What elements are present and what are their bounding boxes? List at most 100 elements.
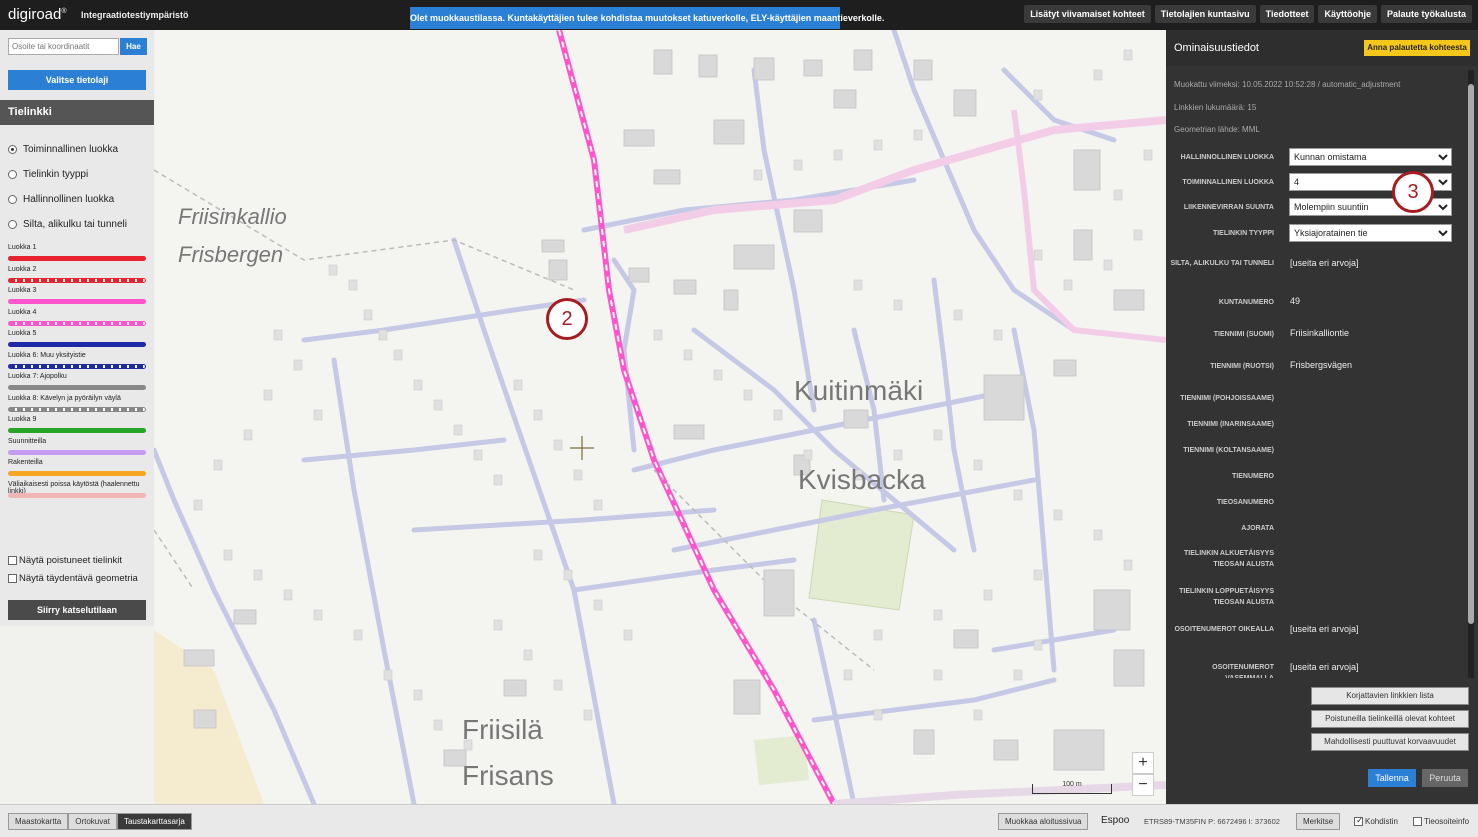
field-value: Frisbergsvägen [1290, 360, 1353, 370]
legend-swatch [8, 449, 146, 455]
radio-functional-class[interactable]: Toiminnallinen luokka [8, 137, 127, 162]
view-mode-button[interactable]: Siirry katselutilaan [8, 600, 146, 620]
link-count: Linkkien lukumäärä: 15 [1174, 103, 1257, 112]
legend-label: Luokka 6: Muu yksityistie [8, 351, 86, 359]
legend-swatch [8, 363, 146, 369]
radio-icon[interactable] [8, 195, 17, 204]
address-search-input[interactable] [8, 38, 119, 55]
field-label: SILTA, ALIKULKU TAI TUNNELI [1170, 260, 1274, 267]
legend-swatch [8, 277, 146, 283]
field-road-name-sv: TIENNIMI (RUOTSI) Frisbergsvägen [1166, 360, 1466, 374]
nav-feedback[interactable]: Palaute työkalusta [1380, 5, 1472, 23]
legend-item: Luokka 2 [8, 265, 148, 287]
legend-label: Luokka 9 [8, 416, 37, 423]
legend-item: Luokka 5 [8, 329, 148, 351]
radio-admin-class[interactable]: Hallinnollinen luokka [8, 187, 127, 212]
fix-links-list-button[interactable]: Korjattavien linkkien lista [1311, 687, 1469, 705]
cursor-crosshair-icon [570, 436, 594, 460]
save-button[interactable]: Tallenna [1368, 769, 1416, 787]
left-panel: Hae Valitse tietolaji Tielinkki Toiminna… [0, 30, 154, 626]
show-complementary-geometry-check[interactable]: Näytä täydentävä geometria [8, 569, 138, 587]
admin-class-select[interactable]: Kunnan omistama [1289, 148, 1452, 166]
field-label: OSOITENUMEROT VASEMMALLA [1212, 664, 1274, 678]
radio-label: Hallinnollinen luokka [23, 194, 115, 205]
zoom-out-button[interactable]: − [1132, 774, 1154, 796]
panel-title: Tielinkki [0, 100, 154, 125]
basemap-terrain-button[interactable]: Maastokartta [8, 813, 69, 830]
map-canvas[interactable] [154, 30, 1166, 804]
legend-item: Rakenteilla [8, 458, 148, 480]
legend-swatch [8, 299, 146, 304]
basemap-ortho-button[interactable]: Ortokuvat [68, 813, 117, 830]
removed-links-assets-button[interactable]: Poistuneilla tielinkeillä olevat kohteet [1311, 710, 1469, 728]
legend-item: Luokka 4 [8, 308, 148, 330]
place-label-friisinkallio: Friisinkallio [178, 204, 287, 229]
road-address-info-toggle[interactable]: Tieosoiteinfo [1413, 817, 1469, 826]
field-road-number: TIENUMERO [1166, 470, 1466, 484]
search-button[interactable]: Hae [120, 38, 147, 55]
field-label: TIELINKIN TYYPPI [1212, 230, 1274, 237]
radio-bridge-tunnel[interactable]: Silta, alikulku tai tunneli [8, 212, 127, 237]
map-view[interactable]: Friisinkallio Frisbergen Kuitinmäki Kvis… [154, 30, 1166, 804]
select-asset-type-button[interactable]: Valitse tietolaji [8, 70, 146, 90]
field-value: [useita eri arvoja] [1290, 624, 1359, 634]
modified-info: Muokattu viimeksi: 10.05.2022 10:52:28 /… [1174, 80, 1401, 89]
radio-icon[interactable] [8, 170, 17, 179]
legend-item: Luokka 3 [8, 286, 148, 308]
field-municipality-number: KUNTANUMERO 49 [1166, 296, 1466, 310]
digiroad-logo[interactable]: digiroad® [8, 6, 67, 23]
legend-swatch [8, 320, 146, 326]
legend-swatch [8, 342, 146, 347]
zoom-in-button[interactable]: + [1132, 752, 1154, 774]
checkbox-icon[interactable] [1413, 817, 1422, 826]
nav-added-linear-assets[interactable]: Lisätyt viivamaiset kohteet [1024, 5, 1151, 23]
radio-label: Toiminnallinen luokka [23, 144, 119, 155]
radio-icon[interactable] [8, 220, 17, 229]
checkbox-icon[interactable] [8, 573, 17, 583]
legend-label: Luokka 1 [8, 244, 37, 251]
properties-panel: Ominaisuustiedot Anna palautetta kohtees… [1166, 30, 1478, 804]
checkbox-icon[interactable] [8, 555, 17, 565]
nav-user-guide[interactable]: Käyttöohje [1318, 5, 1377, 23]
legend-item: Luokka 1 [8, 243, 148, 265]
radio-label: Silta, alikulku tai tunneli [23, 219, 127, 230]
feedback-button[interactable]: Anna palautetta kohteesta [1364, 40, 1470, 56]
scrollbar-thumb[interactable] [1468, 84, 1474, 624]
missing-replacements-button[interactable]: Mahdollisesti puuttuvat korvaavuudet [1311, 733, 1469, 751]
field-label: AJORATA [1241, 525, 1274, 532]
mark-coordinates-button[interactable]: Merkitse [1296, 813, 1341, 830]
checkbox-checked-icon[interactable]: ✓ [1354, 815, 1364, 826]
basemap-background-button[interactable]: Taustakarttasarja [116, 813, 192, 830]
properties-scrollbar[interactable] [1468, 70, 1474, 678]
field-label: KUNTANUMERO [1218, 299, 1274, 306]
nav-municipality-page[interactable]: Tietolajien kuntasivu [1154, 5, 1256, 23]
legend-label: Luokka 8: Kävelyn ja pyöräilyn väylä [8, 394, 121, 402]
field-label: LIIKENNEVIRRAN SUUNTA [1183, 204, 1274, 211]
checkbox-label: Kohdistin [1365, 817, 1398, 826]
edit-start-page-button[interactable]: Muokkaa aloitussivua [998, 813, 1089, 830]
legend-label: Suunnitteilla [8, 437, 47, 445]
field-label: TIENNIMI (POHJOISSAAME) [1180, 395, 1274, 402]
top-nav: Lisätyt viivamaiset kohteet Tietolajien … [1024, 5, 1472, 23]
legend-swatch [8, 256, 146, 261]
field-admin-class: HALLINNOLLINEN LUOKKA Kunnan omistama [1166, 148, 1466, 168]
field-label: TIENNIMI (RUOTSI) [1210, 363, 1274, 370]
link-type-select[interactable]: Yksiajoratainen tie [1289, 224, 1452, 242]
field-label: TIELINKIN ALKUETÄISYYS TIEOSAN ALUSTA [1184, 550, 1274, 568]
radio-selected-icon[interactable] [8, 145, 17, 154]
nav-announcements[interactable]: Tiedotteet [1259, 5, 1315, 23]
environment-label: Integraatiotestiympäristö [81, 10, 189, 20]
field-label: TIENNIMI (SUOMI) [1213, 331, 1274, 338]
show-removed-links-check[interactable]: Näytä poistuneet tielinkit [8, 551, 138, 569]
field-bridge-tunnel: SILTA, ALIKULKU TAI TUNNELI [useita eri … [1166, 258, 1466, 282]
radio-link-type[interactable]: Tielinkin tyyppi [8, 162, 127, 187]
radio-label: Tielinkin tyyppi [23, 169, 89, 180]
legend-item: Suunnitteilla [8, 437, 148, 459]
municipality-label: Espoo [1101, 815, 1130, 826]
checkbox-label: Näytä täydentävä geometria [19, 572, 138, 584]
cancel-button[interactable]: Peruuta [1422, 769, 1468, 787]
field-label: TIENUMERO [1232, 473, 1274, 480]
legend-swatch [8, 406, 146, 412]
cursor-toggle[interactable]: ✓ Kohdistin [1354, 815, 1398, 826]
field-road-name-fi: TIENNIMI (SUOMI) Friisinkalliontie [1166, 328, 1466, 342]
